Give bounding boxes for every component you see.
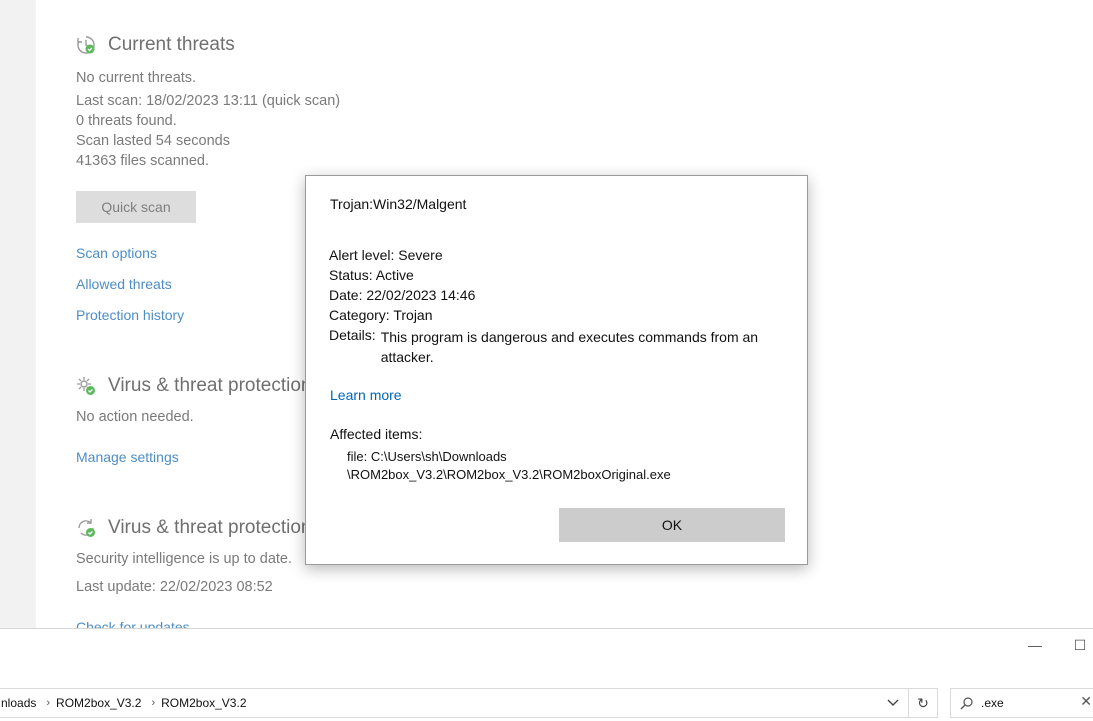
breadcrumb-rom2box-2[interactable]: ROM2box_V3.2: [159, 696, 252, 710]
maximize-button[interactable]: ☐: [1065, 635, 1093, 655]
file-path-line-2: \ROM2box_V3.2\ROM2box_V3.2\ROM2boxOrigin…: [347, 467, 671, 482]
gear-check-icon: [77, 377, 95, 395]
file-explorer-window: — ☐ nloads › ROM2box_V3.2 › ROM2box_V3.2…: [0, 628, 1093, 721]
status-label: Status:: [329, 267, 373, 283]
left-nav-strip: [0, 0, 36, 628]
alert-level-text: Alert level: Severe: [329, 247, 443, 263]
manage-settings-link[interactable]: Manage settings: [76, 449, 179, 465]
close-icon[interactable]: ✕: [1080, 693, 1092, 710]
chevron-down-icon[interactable]: [879, 689, 907, 717]
settings-status-text: No action needed.: [76, 409, 194, 425]
search-value: .exe: [981, 696, 1004, 710]
category-label: Category:: [329, 307, 390, 323]
date-row: Date: 22/02/2023 14:46: [329, 287, 475, 303]
date-value: 22/02/2023 14:46: [366, 287, 476, 303]
refresh-check-icon: [78, 519, 95, 537]
allowed-threats-link[interactable]: Allowed threats: [76, 276, 172, 292]
quick-scan-button[interactable]: Quick scan: [76, 191, 196, 223]
breadcrumb-rom2box-1[interactable]: ROM2box_V3.2: [54, 696, 147, 710]
threat-details-dialog: Trojan:Win32/Malgent Alert level: Severe…: [305, 175, 808, 565]
learn-more-link[interactable]: Learn more: [330, 387, 402, 403]
threat-name: Trojan:Win32/Malgent: [330, 196, 467, 212]
file-path-line-1: file: C:\Users\sh\Downloads: [347, 449, 507, 464]
status-no-threats: No current threats.: [76, 70, 197, 86]
history-shield-icon: [77, 36, 95, 54]
last-update-text: Last update: 22/02/2023 08:52: [76, 579, 273, 595]
last-scan-text: Last scan: 18/02/2023 13:11 (quick scan): [76, 93, 341, 109]
breadcrumb-downloads[interactable]: nloads: [0, 696, 42, 710]
category-row: Category: Trojan: [329, 307, 433, 323]
chevron-right-icon: ›: [151, 697, 156, 709]
scan-duration-text: Scan lasted 54 seconds: [76, 133, 230, 149]
status-row: Status: Active: [329, 267, 414, 283]
address-bar[interactable]: nloads › ROM2box_V3.2 › ROM2box_V3.2 ↻: [0, 688, 938, 718]
status-value: Active: [375, 267, 414, 283]
refresh-icon[interactable]: ↻: [908, 689, 937, 717]
chevron-right-icon: ›: [46, 697, 51, 709]
details-label: Details:: [329, 327, 376, 343]
date-label: Date:: [329, 287, 363, 303]
scan-options-link[interactable]: Scan options: [76, 245, 157, 261]
affected-file-path: file: C:\Users\sh\Downloads \ROM2box_V3.…: [347, 448, 767, 484]
heading-text: Current threats: [108, 34, 235, 55]
current-threats-heading: Current threats: [76, 34, 235, 56]
ok-button[interactable]: OK: [559, 508, 785, 542]
search-icon: [951, 696, 981, 710]
minimize-button[interactable]: —: [1020, 635, 1050, 655]
files-scanned-text: 41363 files scanned.: [76, 153, 210, 169]
details-row: Details: This program is dangerous and e…: [329, 327, 786, 367]
affected-items-label: Affected items:: [330, 426, 423, 442]
protection-history-link[interactable]: Protection history: [76, 307, 184, 323]
search-input[interactable]: .exe ✕: [950, 688, 1093, 718]
category-value: Trojan: [393, 307, 433, 323]
threats-found-text: 0 threats found.: [76, 113, 177, 129]
details-value: This program is dangerous and executes c…: [380, 329, 759, 365]
updates-status-text: Security intelligence is up to date.: [76, 551, 293, 567]
